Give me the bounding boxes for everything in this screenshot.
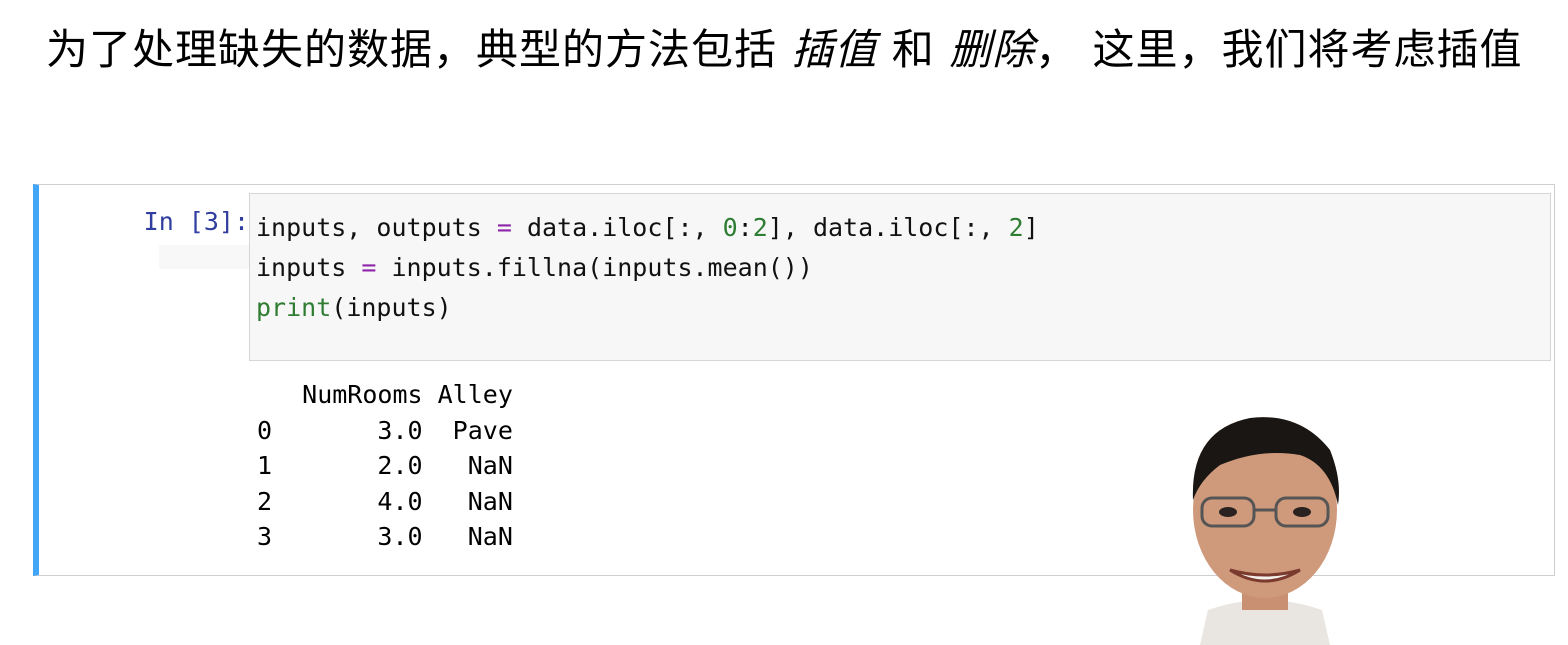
term-deletion: 删除 [949,25,1036,74]
assign-operator: = [361,253,377,282]
number-literal: 0 [722,213,738,242]
output-row: 0 3.0 Pave [257,415,513,445]
term-interpolation: 插值 [791,25,878,74]
input-prompt: In [3]: [143,207,249,236]
presenter-video-overlay [1192,417,1339,645]
code-line-2: inputs = inputs.fillna(inputs.mean()) [256,253,813,282]
code-editor[interactable]: inputs, outputs = data.iloc[:, 0:2], dat… [249,193,1551,361]
markdown-part-2: 和 [877,25,950,74]
print-keyword: print [256,293,332,322]
markdown-text: 为了处理缺失的数据，典型的方法包括 插值 和 删除， 这里，我们将考虑插值 [46,22,1526,78]
output-row: 3 3.0 NaN [257,522,513,551]
markdown-part-1: 为了处理缺失的数据，典型的方法包括 [46,25,792,74]
markdown-part-3: ， 这里，我们将考虑插值 [1035,25,1523,74]
code-line-1: inputs, outputs = data.iloc[:, 0:2], dat… [256,213,1039,242]
code-text[interactable]: inputs, outputs = data.iloc[:, 0:2], dat… [256,208,1039,328]
output-header: NumRooms Alley [257,380,513,409]
number-literal: 2 [1008,213,1024,242]
output-row: 2 4.0 NaN [257,486,513,516]
output-row: 1 2.0 NaN [257,451,513,480]
number-literal: 2 [752,213,768,242]
code-line-3: print(inputs) [256,293,452,322]
cell-output: NumRooms Alley 0 3.0 Pave 1 2.0 NaN 2 4.… [257,377,513,555]
prompt-area [159,245,249,269]
assign-operator: = [496,213,512,242]
